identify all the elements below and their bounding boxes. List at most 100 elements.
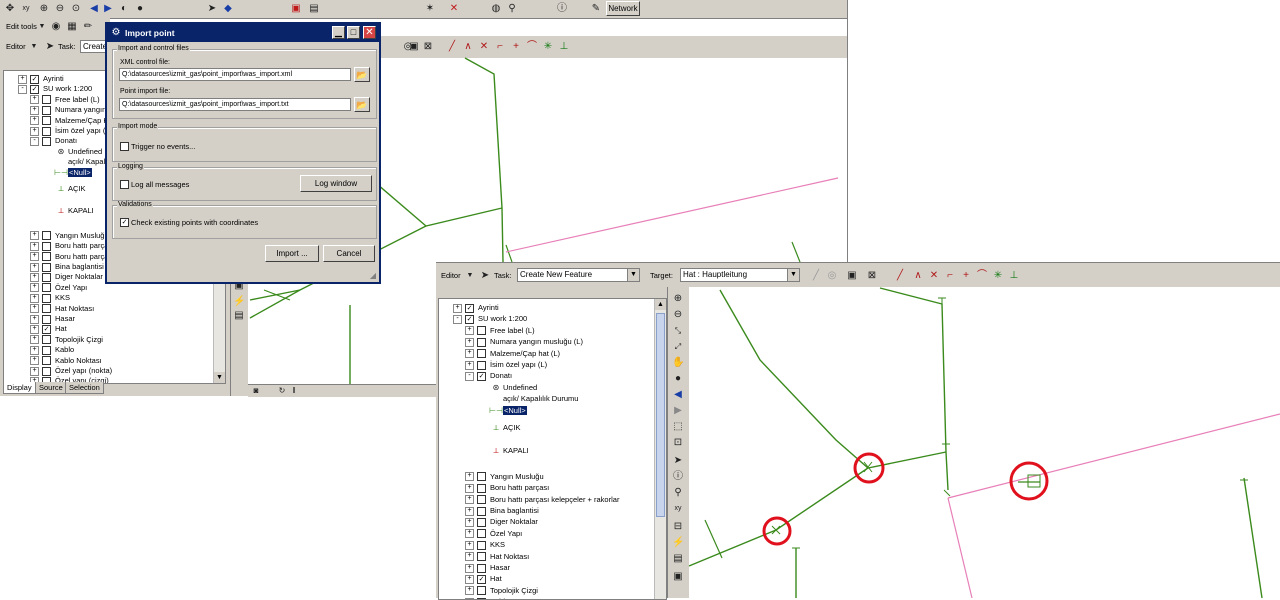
front-fixed-zoom-out-icon[interactable]: ⤢	[672, 341, 684, 353]
layer-visibility-checkbox[interactable]	[42, 272, 51, 282]
expand-icon[interactable]: +	[18, 74, 27, 84]
front-scroll-thumb[interactable]	[656, 313, 665, 517]
front-angle-tool-icon[interactable]: ∧	[912, 270, 924, 282]
front-zoom-out-icon[interactable]: ⊖	[672, 309, 684, 321]
front-zoom-in-icon[interactable]: ⊕	[672, 293, 684, 305]
toc-layer-item[interactable]: + Free label (L)	[30, 94, 100, 105]
layer-visibility-checkbox[interactable]	[477, 552, 486, 562]
toc-layer-item[interactable]: + Hasar	[30, 313, 75, 324]
toc-layer-item[interactable]: + Boru hattı parça	[30, 240, 108, 251]
layer-visibility-checkbox[interactable]	[42, 136, 51, 146]
expand-icon[interactable]: +	[30, 116, 39, 126]
close-button[interactable]: ✕	[363, 26, 376, 39]
check-existing-checkbox[interactable]: ✓	[120, 218, 129, 227]
network-edge-icon[interactable]: ✕	[448, 3, 460, 15]
front-measure-icon[interactable]: ⊟	[672, 521, 684, 533]
front-rotate-icon[interactable]: ◎	[826, 270, 838, 282]
front-back-extent-icon[interactable]: ◀	[672, 389, 684, 401]
expand-icon[interactable]: +	[465, 529, 474, 539]
trigger-events-checkbox[interactable]	[120, 142, 129, 151]
layer-visibility-checkbox[interactable]: ✓	[42, 324, 51, 334]
tab-display[interactable]: Display	[3, 382, 36, 394]
layer-visibility-checkbox[interactable]: ✓	[465, 314, 474, 324]
forward-arrow-icon[interactable]: ▶	[102, 3, 114, 15]
toc-layer-item[interactable]: + Diger Noktalar	[465, 516, 538, 527]
front-fixed-zoom-in-icon[interactable]: ⤡	[672, 325, 684, 337]
layer-visibility-checkbox[interactable]	[42, 231, 51, 241]
point-import-input[interactable]: Q:\datasources\izmit_gas\point_import\wa…	[119, 98, 351, 111]
toc-layer-item[interactable]: + Yangın Musluğu	[30, 230, 109, 241]
database-icon[interactable]: ◉	[50, 21, 62, 33]
layer-visibility-checkbox[interactable]	[42, 116, 51, 126]
expand-icon[interactable]: +	[465, 326, 474, 336]
split-tool-icon[interactable]: ⊥	[558, 41, 570, 53]
table-icon[interactable]: ▦	[66, 21, 78, 33]
expand-icon[interactable]: +	[465, 349, 474, 359]
layer-visibility-checkbox[interactable]	[477, 529, 486, 539]
toc-layer-item[interactable]: + ✓ Hat	[30, 323, 67, 334]
layer-visibility-checkbox[interactable]	[477, 506, 486, 516]
pan-icon[interactable]: ✥	[4, 3, 16, 15]
front-time-slider-icon[interactable]: ▣	[672, 571, 684, 583]
front-task-select[interactable]: Create New Feature ▼	[517, 268, 640, 282]
layer-visibility-checkbox[interactable]	[42, 293, 51, 303]
save-icon[interactable]: ▣	[290, 3, 302, 15]
front-full-extent-icon[interactable]: ●	[672, 373, 684, 385]
toc-layer-item[interactable]: + İsim özel yapı (L)	[465, 359, 547, 370]
expand-icon[interactable]: +	[30, 95, 39, 105]
edit-tools-dropdown-icon[interactable]: ▼	[36, 21, 48, 33]
layer-visibility-checkbox[interactable]	[42, 345, 51, 355]
pause-icon[interactable]: ‖	[288, 385, 300, 397]
back-editor-menu[interactable]: Editor	[6, 42, 26, 51]
layer-visibility-checkbox[interactable]	[477, 326, 486, 336]
expand-icon[interactable]: +	[465, 506, 474, 516]
layer-visibility-checkbox[interactable]	[477, 337, 486, 347]
toc-layer-item[interactable]: - ✓ SU work 1:200	[453, 313, 527, 324]
front-find-icon[interactable]: ⚲	[672, 487, 684, 499]
layer-visibility-checkbox[interactable]	[477, 483, 486, 493]
tab-source[interactable]: Source	[35, 382, 67, 394]
collapse-icon[interactable]: -	[453, 314, 462, 324]
expand-icon[interactable]: +	[30, 366, 39, 376]
front-sketch-props-icon[interactable]: ⊠	[866, 270, 878, 282]
front-scroll-up-icon[interactable]: ▲	[655, 299, 666, 310]
plus-tool-icon[interactable]: +	[510, 41, 522, 53]
front-sketch-icon[interactable]: ╱	[810, 270, 822, 282]
zoom-out-icon[interactable]: ⊖	[54, 3, 66, 15]
resize-grip-icon[interactable]: ◢	[367, 270, 379, 282]
toc-layer-item[interactable]: + Hat Noktası	[30, 303, 94, 314]
layer-visibility-checkbox[interactable]	[42, 262, 51, 272]
front-star-tool-icon[interactable]: ✳	[992, 270, 1004, 282]
toc-layer-item[interactable]: - ✓ Donatı	[465, 370, 512, 381]
toc-layer-item[interactable]: + Özel Yapı	[30, 282, 87, 293]
angle-tool-icon[interactable]: ∧	[462, 41, 474, 53]
collapse-icon[interactable]: -	[18, 84, 27, 94]
front-target-select[interactable]: Hat : Hauptleitung ▼	[680, 268, 800, 282]
toc-layer-item[interactable]: + Boru hattı parçası kelepçeler + rakorla…	[465, 494, 619, 505]
minimize-button[interactable]: ▁	[332, 26, 345, 39]
info-icon[interactable]: ⓘ	[556, 3, 568, 15]
toc-layer-item[interactable]: + Malzeme/Çap H	[30, 115, 109, 126]
toc-layer-item[interactable]: + ✓ Ayrinti	[18, 73, 64, 84]
layer-visibility-checkbox[interactable]	[42, 335, 51, 345]
expand-icon[interactable]: +	[30, 345, 39, 355]
toc-layer-item[interactable]: + KKS	[30, 292, 70, 303]
layer-visibility-checkbox[interactable]	[477, 360, 486, 370]
full-extent-icon[interactable]: ●	[134, 3, 146, 15]
front-cross-tool-icon[interactable]: ✕	[928, 270, 940, 282]
network-button[interactable]: Network	[606, 1, 640, 16]
expand-icon[interactable]: +	[30, 304, 39, 314]
maximize-button[interactable]: □	[347, 26, 360, 39]
toc-layer-item[interactable]: + ✓ Ayrinti	[453, 302, 499, 313]
front-task-dropdown-icon[interactable]: ▼	[627, 269, 639, 281]
front-line-tool-icon[interactable]: ╱	[894, 270, 906, 282]
corner-tool-icon[interactable]: ⌐	[494, 41, 506, 53]
front-corner-tool-icon[interactable]: ⌐	[944, 270, 956, 282]
toc-layer-item[interactable]: + Kablo	[30, 344, 74, 355]
expand-icon[interactable]: +	[30, 241, 39, 251]
layer-visibility-checkbox[interactable]: ✓	[30, 84, 39, 94]
star-tool-icon[interactable]: ✳	[542, 41, 554, 53]
toc-layer-item[interactable]: + Numara yangın musluğu (L)	[465, 336, 583, 347]
expand-icon[interactable]: +	[30, 252, 39, 262]
expand-icon[interactable]: +	[465, 574, 474, 584]
